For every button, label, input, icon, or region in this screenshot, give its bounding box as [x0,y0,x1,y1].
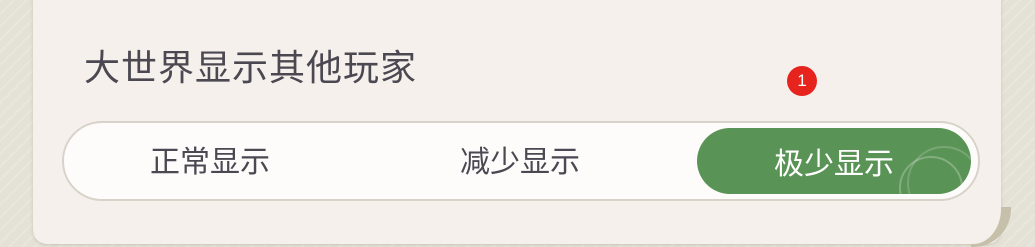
option-reduced-display[interactable]: 减少显示 [420,124,620,194]
option-normal-display[interactable]: 正常显示 [110,124,310,194]
option-minimal-display-selected[interactable]: 极少显示 [697,128,971,194]
option-minimal-display-label: 极少显示 [774,147,894,182]
option-reduced-display-label: 减少显示 [460,145,580,180]
option-normal-display-label: 正常显示 [150,145,270,180]
setting-title: 大世界显示其他玩家 [84,48,418,89]
notification-badge: 1 [787,66,817,96]
